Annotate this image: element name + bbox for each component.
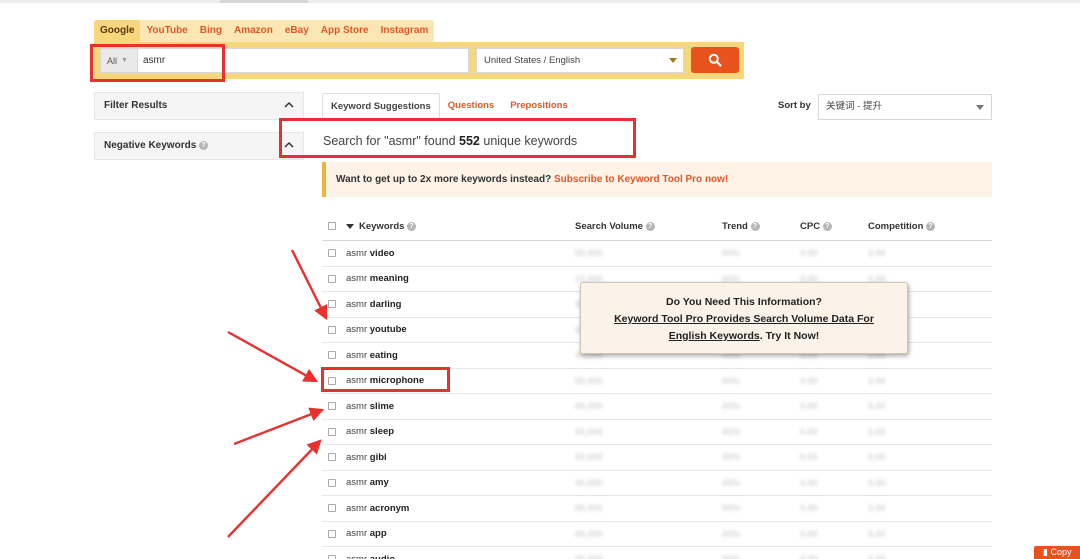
arrow-1 xyxy=(290,249,328,321)
copy-icon: ▮ xyxy=(1043,547,1048,557)
copy-button[interactable]: ▮ Copy xyxy=(1034,546,1080,559)
arrow-2 xyxy=(227,330,319,383)
arrow-3 xyxy=(233,407,325,446)
annotation-arrows xyxy=(227,249,328,538)
arrow-4 xyxy=(227,439,322,538)
